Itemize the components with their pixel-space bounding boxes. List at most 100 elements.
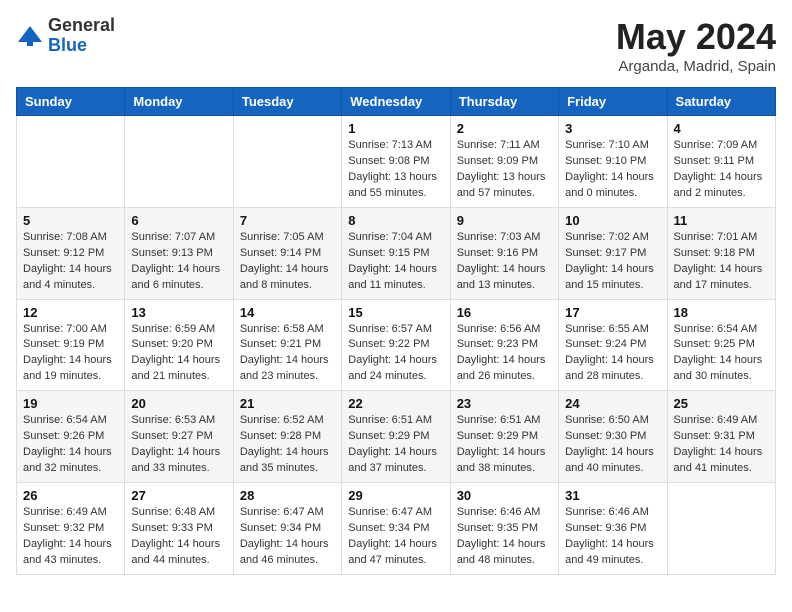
day-info-line: Sunrise: 7:02 AM (565, 230, 660, 246)
day-info-line: Sunset: 9:30 PM (565, 429, 660, 445)
calendar-day-5: 5 Sunrise: 7:08 AMSunset: 9:12 PMDaylight… (17, 207, 125, 299)
day-info-line: Sunset: 9:16 PM (457, 246, 552, 262)
day-info-line: Sunset: 9:19 PM (23, 337, 118, 353)
day-info-line: Sunset: 9:36 PM (565, 521, 660, 537)
day-info-line: and 38 minutes. (457, 461, 552, 477)
empty-cell (125, 116, 233, 208)
day-number: 23 (457, 396, 552, 411)
day-info-line: Sunrise: 6:54 AM (23, 413, 118, 429)
day-info-line: Sunrise: 6:47 AM (348, 505, 443, 521)
day-number: 28 (240, 488, 335, 503)
title-block: May 2024 Arganda, Madrid, Spain (616, 16, 776, 75)
day-number: 20 (131, 396, 226, 411)
day-info-line: and 8 minutes. (240, 278, 335, 294)
calendar-day-17: 17Sunrise: 6:55 AMSunset: 9:24 PMDayligh… (559, 299, 667, 391)
day-info-line: Daylight: 14 hours (565, 353, 660, 369)
day-info-line: Daylight: 14 hours (240, 353, 335, 369)
day-info-line: Sunset: 9:10 PM (565, 154, 660, 170)
day-info: Sunrise: 6:57 AMSunset: 9:22 PMDaylight:… (348, 322, 443, 386)
calendar-day-9: 9Sunrise: 7:03 AMSunset: 9:16 PMDaylight… (450, 207, 558, 299)
day-number: 27 (131, 488, 226, 503)
day-info-line: and 17 minutes. (674, 278, 769, 294)
day-number: 12 (23, 305, 118, 320)
day-info-line: Sunrise: 7:07 AM (131, 230, 226, 246)
day-info: Sunrise: 7:11 AMSunset: 9:09 PMDaylight:… (457, 138, 552, 202)
day-info-line: Sunset: 9:25 PM (674, 337, 769, 353)
calendar-day-24: 24Sunrise: 6:50 AMSunset: 9:30 PMDayligh… (559, 391, 667, 483)
calendar-location: Arganda, Madrid, Spain (616, 58, 776, 75)
calendar-day-19: 19Sunrise: 6:54 AMSunset: 9:26 PMDayligh… (17, 391, 125, 483)
calendar-week-row: 26Sunrise: 6:49 AMSunset: 9:32 PMDayligh… (17, 483, 776, 575)
day-info: Sunrise: 6:51 AMSunset: 9:29 PMDaylight:… (457, 413, 552, 477)
day-info-line: Sunset: 9:29 PM (348, 429, 443, 445)
day-info-line: Sunrise: 6:46 AM (565, 505, 660, 521)
day-info-line: Daylight: 14 hours (23, 537, 118, 553)
day-info-line: Sunrise: 6:54 AM (674, 322, 769, 338)
calendar-day-10: 10Sunrise: 7:02 AMSunset: 9:17 PMDayligh… (559, 207, 667, 299)
day-info-line: Daylight: 14 hours (348, 353, 443, 369)
day-info-line: Sunset: 9:18 PM (674, 246, 769, 262)
day-info-line: and 4 minutes. (23, 278, 118, 294)
weekday-header-monday: Monday (125, 88, 233, 116)
day-info-line: Daylight: 14 hours (131, 353, 226, 369)
day-info: Sunrise: 6:48 AMSunset: 9:33 PMDaylight:… (131, 505, 226, 569)
day-info-line: Daylight: 14 hours (674, 170, 769, 186)
day-info-line: Sunset: 9:12 PM (23, 246, 118, 262)
day-info-line: Sunrise: 6:46 AM (457, 505, 552, 521)
day-info: Sunrise: 6:54 AMSunset: 9:25 PMDaylight:… (674, 322, 769, 386)
day-info: Sunrise: 6:56 AMSunset: 9:23 PMDaylight:… (457, 322, 552, 386)
day-info-line: Daylight: 14 hours (674, 445, 769, 461)
weekday-header-saturday: Saturday (667, 88, 775, 116)
day-info-line: and 19 minutes. (23, 369, 118, 385)
day-number: 26 (23, 488, 118, 503)
day-info-line: Sunrise: 7:05 AM (240, 230, 335, 246)
day-info: Sunrise: 7:00 AMSunset: 9:19 PMDaylight:… (23, 322, 118, 386)
day-info-line: and 33 minutes. (131, 461, 226, 477)
day-info: Sunrise: 7:09 AMSunset: 9:11 PMDaylight:… (674, 138, 769, 202)
day-number: 5 (23, 213, 118, 228)
calendar-week-row: 12 Sunrise: 7:00 AMSunset: 9:19 PMDayligh… (17, 299, 776, 391)
day-number: 24 (565, 396, 660, 411)
day-info-line: Sunrise: 7:13 AM (348, 138, 443, 154)
day-info: Sunrise: 7:07 AMSunset: 9:13 PMDaylight:… (131, 230, 226, 294)
day-info-line: Daylight: 14 hours (23, 262, 118, 278)
day-info-line: Sunrise: 7:10 AM (565, 138, 660, 154)
logo-icon (16, 22, 44, 50)
logo-blue: Blue (48, 36, 115, 56)
day-info-line: and 55 minutes. (348, 186, 443, 202)
day-info: Sunrise: 6:46 AMSunset: 9:35 PMDaylight:… (457, 505, 552, 569)
empty-cell (667, 483, 775, 575)
day-info-line: Sunset: 9:15 PM (348, 246, 443, 262)
day-info-line: Daylight: 14 hours (23, 353, 118, 369)
day-info-line: and 24 minutes. (348, 369, 443, 385)
day-info-line: and 21 minutes. (131, 369, 226, 385)
day-info-line: Daylight: 14 hours (131, 537, 226, 553)
day-info-line: Sunrise: 7:08 AM (23, 230, 118, 246)
calendar-day-4: 4Sunrise: 7:09 AMSunset: 9:11 PMDaylight… (667, 116, 775, 208)
day-info-line: and 0 minutes. (565, 186, 660, 202)
day-info-line: Sunrise: 6:59 AM (131, 322, 226, 338)
calendar-table: SundayMondayTuesdayWednesdayThursdayFrid… (16, 87, 776, 575)
calendar-day-28: 28 Sunrise: 6:47 AMSunset: 9:34 PMDayligh… (233, 483, 341, 575)
day-info-line: and 32 minutes. (23, 461, 118, 477)
day-info-line: Sunset: 9:35 PM (457, 521, 552, 537)
day-info-line: Sunrise: 6:51 AM (348, 413, 443, 429)
day-info: Sunrise: 6:47 AMSunset: 9:34 PMDaylight:… (240, 505, 335, 569)
calendar-week-row: 5Sunrise: 7:08 AMSunset: 9:12 PMDaylight… (17, 207, 776, 299)
day-info-line: and 37 minutes. (348, 461, 443, 477)
day-info-line: and 11 minutes. (348, 278, 443, 294)
day-info-line: Sunrise: 6:53 AM (131, 413, 226, 429)
day-info-line: Daylight: 14 hours (565, 262, 660, 278)
day-info: Sunrise: 6:53 AMSunset: 9:27 PMDaylight:… (131, 413, 226, 477)
day-info-line: Daylight: 14 hours (240, 537, 335, 553)
day-info-line: and 47 minutes. (348, 553, 443, 569)
day-info-line: Daylight: 14 hours (565, 445, 660, 461)
day-info: Sunrise: 6:55 AMSunset: 9:24 PMDaylight:… (565, 322, 660, 386)
day-info-line: Sunrise: 6:55 AM (565, 322, 660, 338)
day-info-line: and 43 minutes. (23, 553, 118, 569)
calendar-day-30: 30Sunrise: 6:46 AMSunset: 9:35 PMDayligh… (450, 483, 558, 575)
day-info-line: Sunset: 9:09 PM (457, 154, 552, 170)
weekday-header-sunday: Sunday (17, 88, 125, 116)
day-info: Sunrise: 7:05 AMSunset: 9:14 PMDaylight:… (240, 230, 335, 294)
day-info-line: Sunset: 9:28 PM (240, 429, 335, 445)
